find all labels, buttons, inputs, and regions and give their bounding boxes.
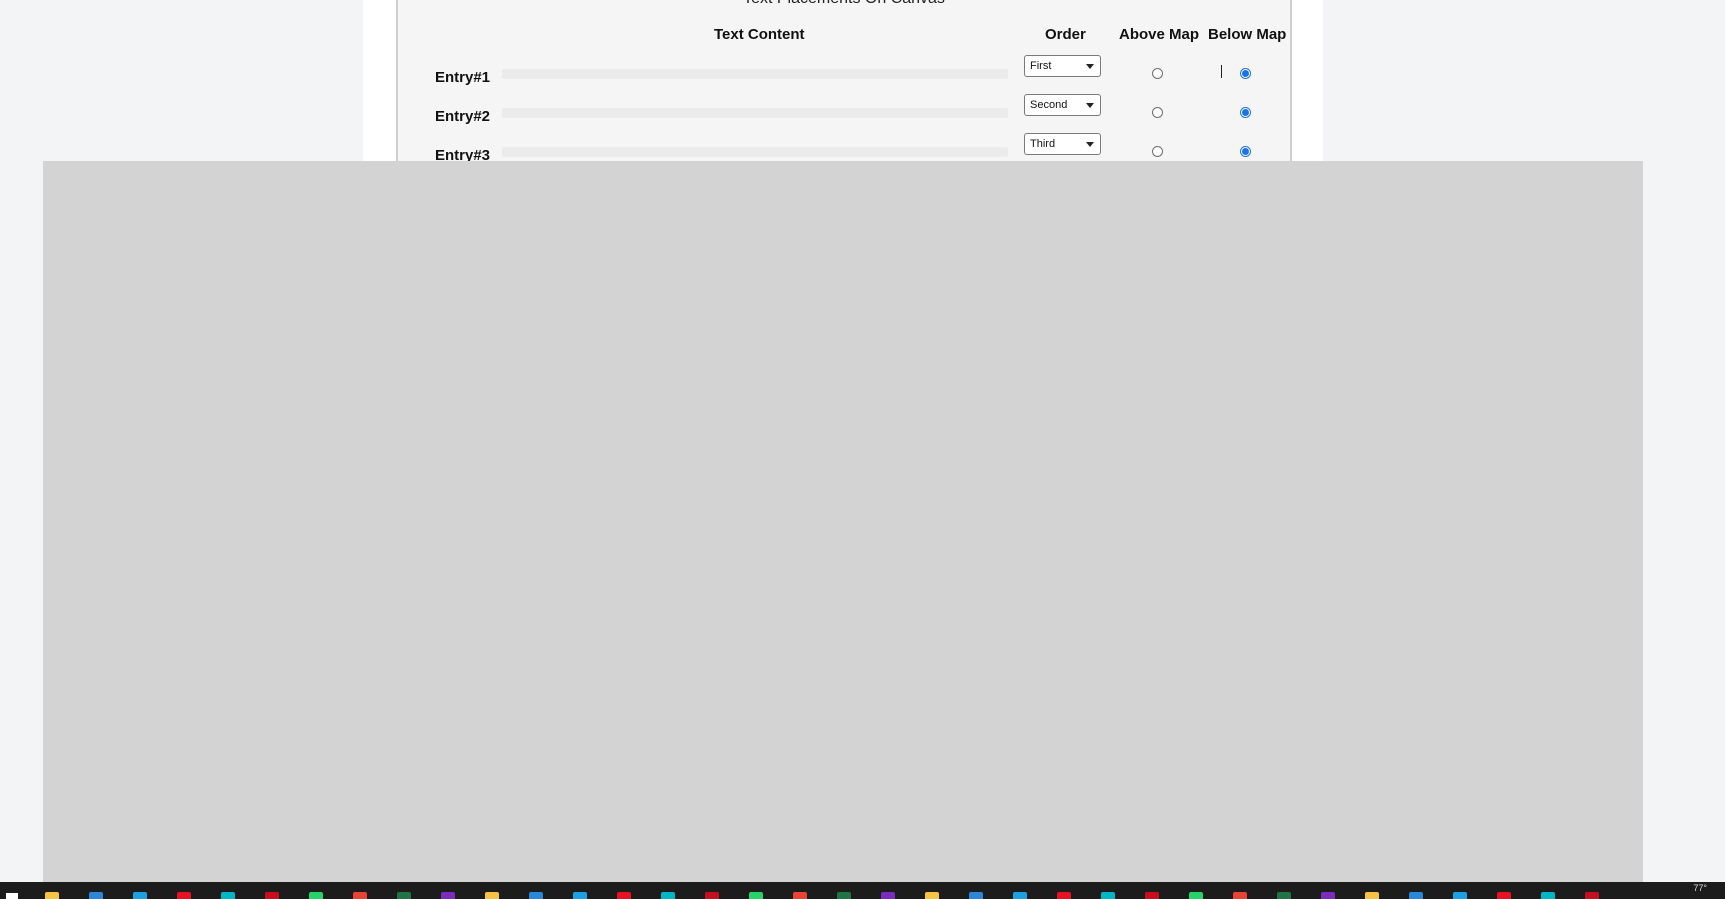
app-icon[interactable] — [1101, 892, 1115, 899]
entry-1-order-select[interactable]: First — [1024, 55, 1101, 77]
app-icon[interactable] — [617, 892, 631, 899]
start-icon[interactable] — [6, 893, 18, 899]
app-icon[interactable] — [881, 892, 895, 899]
chevron-down-icon — [1086, 64, 1094, 69]
entry-1-below-map-radio[interactable] — [1240, 68, 1251, 79]
entry-3-text-input[interactable] — [502, 147, 1008, 157]
modal-overlay[interactable] — [43, 161, 1643, 882]
entry-2-label: Entry#2 — [435, 108, 491, 125]
entry-2-order-select[interactable]: Second — [1024, 94, 1101, 116]
entry-1-label: Entry#1 — [435, 69, 491, 86]
app-icon[interactable] — [1013, 892, 1027, 899]
taskbar: 77° — [0, 882, 1725, 899]
entry-2-above-map-radio[interactable] — [1152, 107, 1163, 118]
edge-icon[interactable] — [133, 892, 147, 899]
app-icon[interactable] — [1585, 892, 1599, 899]
app-icon[interactable] — [705, 892, 719, 899]
app-icon[interactable] — [265, 892, 279, 899]
text-placements-panel: Text Placements On Canvas Text Content O… — [396, 0, 1292, 164]
app-icon[interactable] — [353, 892, 367, 899]
entry-1-text-input[interactable] — [502, 69, 1008, 79]
file-explorer-icon[interactable] — [45, 892, 59, 899]
entry-2-order-value: Second — [1030, 99, 1068, 111]
app-icon[interactable] — [661, 892, 675, 899]
app-icon[interactable] — [1277, 892, 1291, 899]
whatsapp-icon[interactable] — [485, 892, 499, 899]
app-icon[interactable] — [969, 892, 983, 899]
entry-2-text-input[interactable] — [502, 108, 1008, 118]
entry-3-order-select[interactable]: Third — [1024, 133, 1101, 155]
header-order: Order — [1045, 26, 1086, 43]
app-icon[interactable] — [1541, 892, 1555, 899]
app-icon[interactable] — [309, 892, 323, 899]
app-icon[interactable] — [1365, 892, 1379, 899]
app-icon[interactable] — [529, 892, 543, 899]
app-icon[interactable] — [1409, 892, 1423, 899]
app-icon[interactable] — [925, 892, 939, 899]
entry-3-below-map-radio[interactable] — [1240, 146, 1251, 157]
app-icon[interactable] — [397, 892, 411, 899]
app-icon[interactable] — [1453, 892, 1467, 899]
entry-2-below-map-radio[interactable] — [1240, 107, 1251, 118]
entry-3-above-map-radio[interactable] — [1152, 146, 1163, 157]
chevron-down-icon — [1086, 103, 1094, 108]
app-icon[interactable] — [177, 892, 191, 899]
visual-studio-icon[interactable] — [1057, 892, 1071, 899]
panel-title: Text Placements On Canvas — [398, 0, 1290, 8]
app-icon[interactable] — [441, 892, 455, 899]
header-below-map: Below Map — [1208, 26, 1287, 43]
edge-icon[interactable] — [221, 892, 235, 899]
app-icon[interactable] — [1321, 892, 1335, 899]
app-icon[interactable] — [573, 892, 587, 899]
header-above-map: Above Map — [1119, 26, 1200, 43]
app-icon[interactable] — [793, 892, 807, 899]
entry-3-order-value: Third — [1030, 138, 1056, 150]
app-icon[interactable] — [1145, 892, 1159, 899]
app-icon[interactable] — [1497, 892, 1511, 899]
header-text-content: Text Content — [714, 26, 805, 43]
app-icon[interactable] — [89, 892, 103, 899]
chrome-icon[interactable] — [749, 892, 763, 899]
entry-1-order-value: First — [1030, 60, 1052, 72]
excel-icon[interactable] — [837, 892, 851, 899]
entry-1-above-map-radio[interactable] — [1152, 68, 1163, 79]
text-cursor — [1221, 65, 1222, 78]
chevron-down-icon — [1086, 142, 1094, 147]
app-icon[interactable] — [1189, 892, 1203, 899]
app-icon[interactable] — [1233, 892, 1247, 899]
weather-temperature[interactable]: 77° — [1693, 883, 1707, 893]
